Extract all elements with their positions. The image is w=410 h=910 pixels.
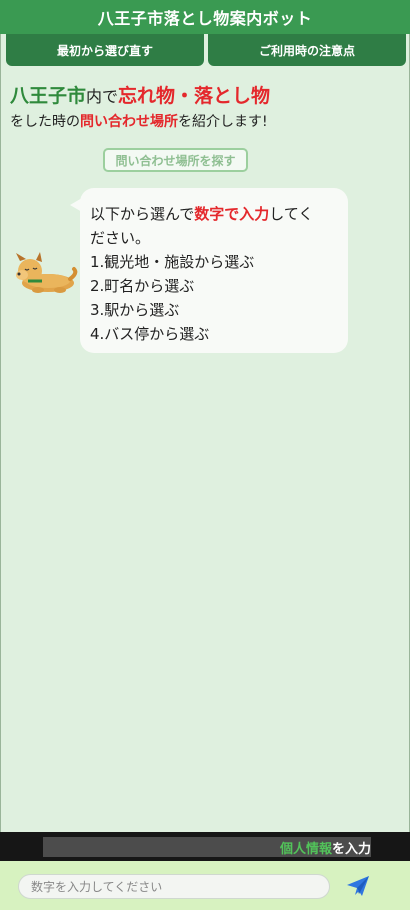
bot-message-bubble: 以下から選んで数字で入力してく ださい。 1.観光地・施設から選ぶ 2.町名から… xyxy=(70,188,348,353)
bot-message-pre: 以下から選んで xyxy=(90,205,195,223)
intro-heading: 八王子市内で忘れ物・落とし物 をした時の問い合わせ場所を紹介します! xyxy=(10,84,405,133)
option-stations: 3.駅から選ぶ xyxy=(90,301,180,319)
app-frame xyxy=(0,0,410,910)
lost-items-text: 忘れ物・落とし物 xyxy=(118,85,271,107)
ticker-highlight: 個人情報 xyxy=(279,841,332,857)
bubble-tail xyxy=(70,198,82,212)
bot-message-post: してく xyxy=(269,205,314,223)
heading-text-2: をした時の xyxy=(10,114,80,130)
dog-mascot-avatar xyxy=(16,252,78,293)
top-navigation: 最初から選び直す ご利用時の注意点 xyxy=(6,34,406,66)
find-contact-button[interactable]: 問い合わせ場所を探す xyxy=(103,148,248,172)
restart-button[interactable]: 最初から選び直す xyxy=(6,34,204,66)
notice-ticker-bar: 個人情報 を入力 xyxy=(43,837,371,857)
bot-message-line-2: ださい。 xyxy=(90,229,151,247)
city-name: 八王子市 xyxy=(10,85,87,107)
bot-message-line-1: 以下から選んで数字で入力してく xyxy=(90,202,336,226)
heading-text-3: を紹介します! xyxy=(178,114,268,130)
number-input[interactable] xyxy=(18,874,330,899)
option-tourist-spots: 1.観光地・施設から選ぶ xyxy=(90,253,255,271)
bot-message-emphasis: 数字で入力 xyxy=(194,205,270,223)
heading-text-1: 内で xyxy=(86,87,119,106)
option-bus-stops: 4.バス停から選ぶ xyxy=(90,325,210,343)
usage-notes-button-label: ご利用時の注意点 xyxy=(258,43,355,58)
option-town-names: 2.町名から選ぶ xyxy=(90,277,195,295)
restart-button-label: 最初から選び直す xyxy=(56,43,153,58)
app-title-text: 八王子市落とし物案内ボット xyxy=(97,9,313,28)
find-contact-button-label: 問い合わせ場所を探す xyxy=(115,153,236,168)
app-title: 八王子市落とし物案内ボット xyxy=(0,0,410,34)
contact-place-text: 問い合わせ場所 xyxy=(80,114,178,130)
usage-notes-button[interactable]: ご利用時の注意点 xyxy=(208,34,406,66)
paper-plane-icon[interactable] xyxy=(345,874,371,898)
ticker-text: を入力 xyxy=(331,841,371,857)
